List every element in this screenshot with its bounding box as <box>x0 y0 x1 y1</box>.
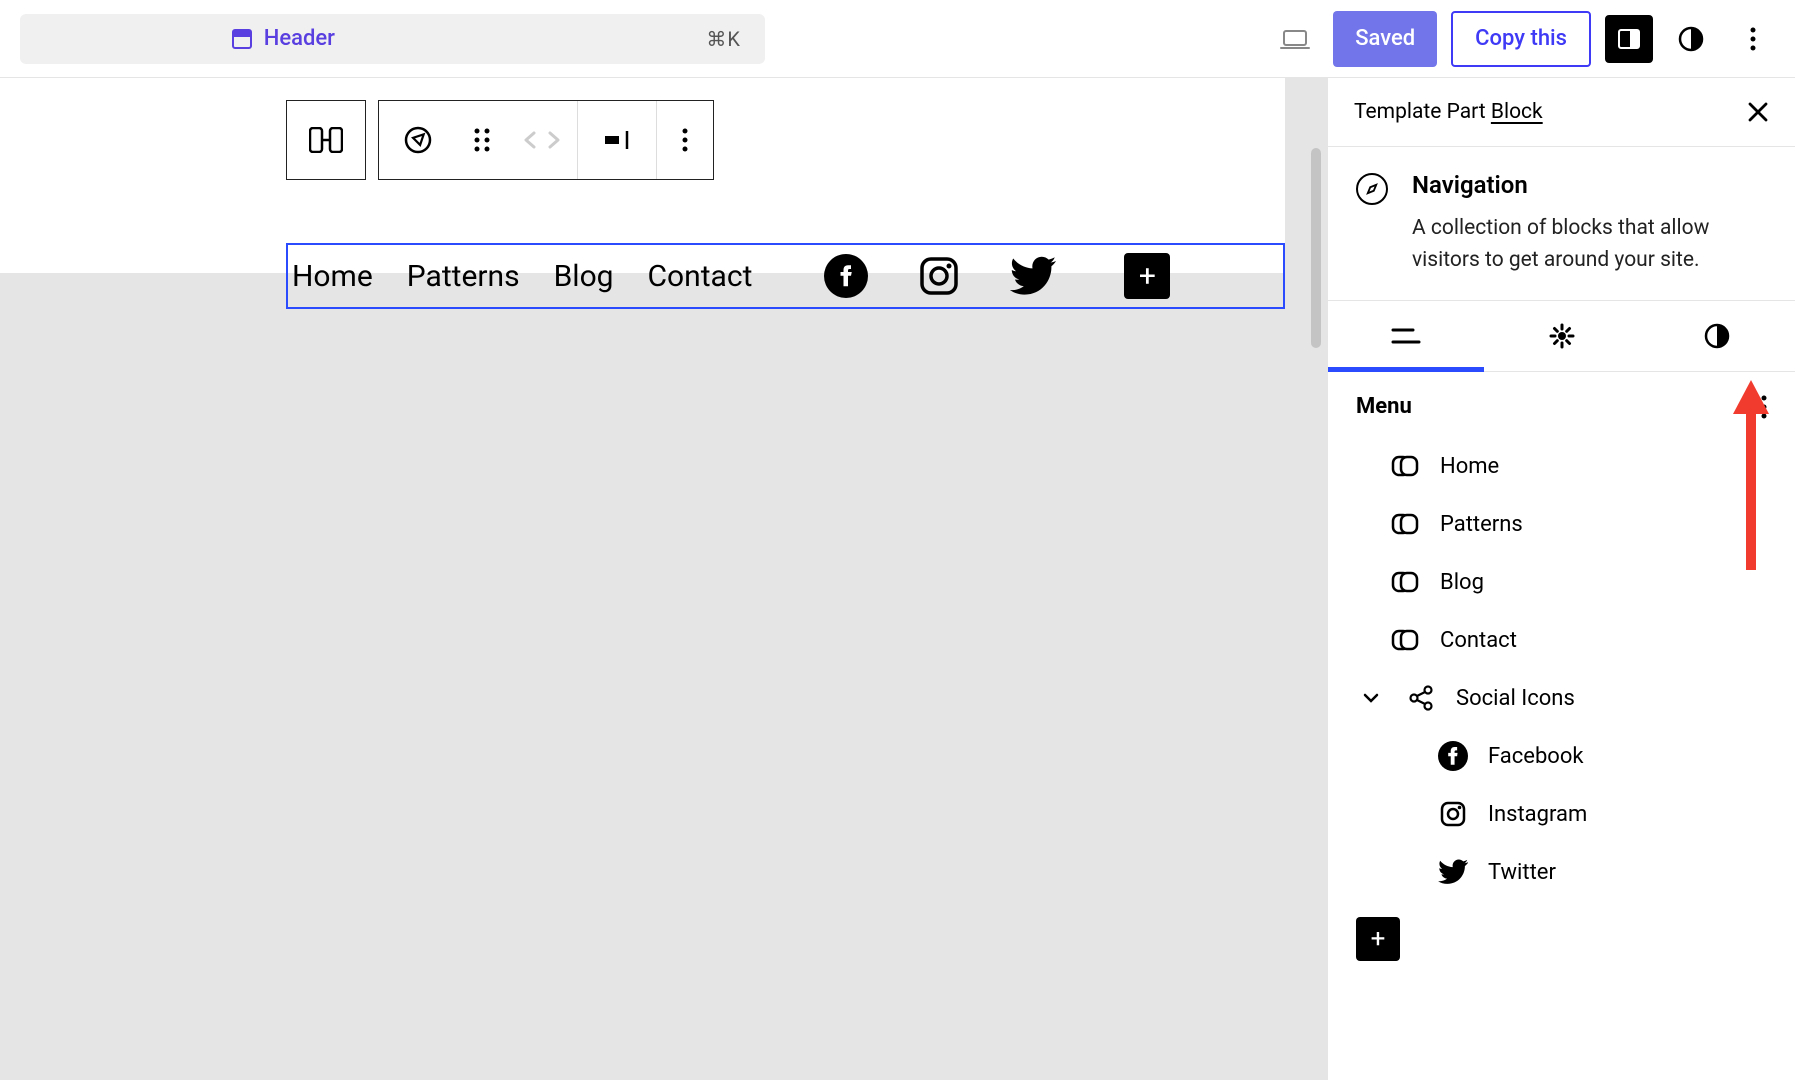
editor-canvas[interactable]: Home Patterns Blog Contact + <box>0 78 1327 1080</box>
nav-link-contact[interactable]: Contact <box>648 259 753 294</box>
template-part-icon <box>230 27 254 51</box>
top-actions: Saved Copy this <box>1271 11 1777 67</box>
menu-item-twitter[interactable]: Twitter <box>1356 843 1767 901</box>
settings-sidebar: Template Part Block Navigation A collect… <box>1327 78 1795 1080</box>
instagram-icon[interactable] <box>918 255 960 297</box>
tab-settings[interactable] <box>1484 301 1640 371</box>
block-description: A collection of blocks that allow visito… <box>1412 213 1767 276</box>
twitter-icon <box>1438 857 1468 887</box>
menu-item-social-icons[interactable]: Social Icons <box>1356 669 1767 727</box>
block-more-options[interactable] <box>657 101 713 179</box>
chevron-down-icon[interactable] <box>1356 683 1386 713</box>
canvas-scrollbar[interactable] <box>1311 148 1321 348</box>
menu-item-contact[interactable]: Contact <box>1356 611 1767 669</box>
menu-panel: Menu Home Patterns Blog Contact <box>1328 372 1795 901</box>
facebook-icon <box>1438 741 1468 771</box>
social-icons-block[interactable] <box>824 254 1056 298</box>
add-menu-item-button[interactable]: + <box>1356 917 1400 961</box>
drag-handle[interactable] <box>457 101 507 179</box>
twitter-icon[interactable] <box>1010 256 1056 296</box>
close-sidebar-button[interactable] <box>1747 101 1769 123</box>
settings-sidebar-toggle[interactable] <box>1605 15 1653 63</box>
link-icon <box>1390 625 1420 655</box>
save-button[interactable]: Saved <box>1333 11 1437 67</box>
menu-item-list: Home Patterns Blog Contact Social Icons <box>1356 437 1767 901</box>
menu-item-home[interactable]: Home <box>1356 437 1767 495</box>
block-title: Navigation <box>1412 171 1767 199</box>
share-icon <box>1406 683 1436 713</box>
device-preview-button[interactable] <box>1271 15 1319 63</box>
link-icon <box>1390 567 1420 597</box>
menu-item-facebook[interactable]: Facebook <box>1356 727 1767 785</box>
block-toolbar <box>286 100 714 180</box>
parent-block-button[interactable] <box>287 101 365 179</box>
styles-button[interactable] <box>1667 15 1715 63</box>
facebook-icon[interactable] <box>824 254 868 298</box>
tab-styles[interactable] <box>1639 301 1795 371</box>
menu-heading: Menu <box>1356 394 1412 419</box>
menu-item-instagram[interactable]: Instagram <box>1356 785 1767 843</box>
block-card: Navigation A collection of blocks that a… <box>1328 147 1795 301</box>
sidebar-tabs <box>1328 301 1795 372</box>
link-icon <box>1390 509 1420 539</box>
top-toolbar: Header ⌘K Saved Copy this <box>0 0 1795 78</box>
menu-options-button[interactable] <box>1761 395 1767 419</box>
document-search-bar[interactable]: Header ⌘K <box>20 14 765 64</box>
copy-this-button[interactable]: Copy this <box>1451 11 1591 67</box>
menu-item-patterns[interactable]: Patterns <box>1356 495 1767 553</box>
nav-link-home[interactable]: Home <box>292 259 373 294</box>
sidebar-breadcrumb[interactable]: Template Part Block <box>1354 100 1543 124</box>
add-nav-item-button[interactable]: + <box>1124 253 1170 299</box>
more-options-button[interactable] <box>1729 15 1777 63</box>
link-icon <box>1390 451 1420 481</box>
navigation-block[interactable]: Home Patterns Blog Contact + <box>286 243 1285 309</box>
search-shortcut: ⌘K <box>706 27 741 51</box>
tab-list-view[interactable] <box>1328 301 1484 371</box>
sidebar-header: Template Part Block <box>1328 78 1795 147</box>
document-title: Header <box>264 26 335 51</box>
block-type-button[interactable] <box>379 101 457 179</box>
menu-item-blog[interactable]: Blog <box>1356 553 1767 611</box>
navigation-block-icon <box>1356 173 1388 205</box>
nav-link-patterns[interactable]: Patterns <box>407 259 520 294</box>
nav-link-blog[interactable]: Blog <box>554 259 614 294</box>
move-arrows[interactable] <box>507 101 577 179</box>
instagram-icon <box>1438 799 1468 829</box>
justify-button[interactable] <box>578 101 656 179</box>
